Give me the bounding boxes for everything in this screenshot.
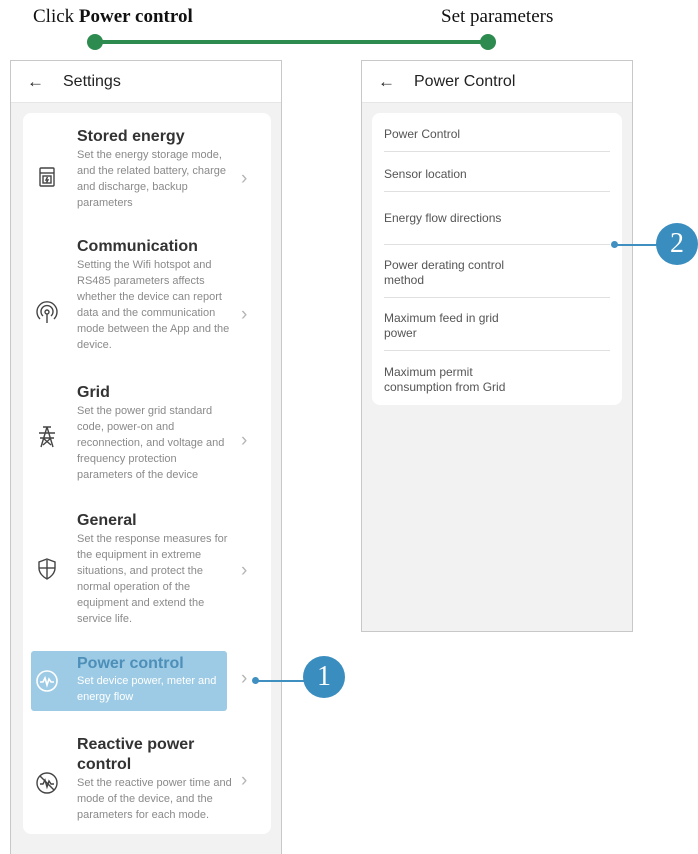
list-item-max-permit-consumption[interactable]: Maximum permit consumption from Grid [384,365,524,395]
power-control-screen: ← Power Control Power Control Sensor loc… [361,60,633,632]
list-item-power-control[interactable]: Power Control [384,127,610,142]
setting-description: Set device power, meter and energy flow [77,675,217,703]
settings-list: Stored energy Set the energy storage mod… [23,113,271,834]
step-2-caption: Set parameters [441,6,554,27]
step-1-dot [87,34,103,50]
list-item-max-feed-in-grid-power[interactable]: Maximum feed in grid power [384,311,514,341]
setting-title: Grid [77,384,110,401]
progress-connector [94,40,488,44]
setting-description: Set the power grid standard code, power-… [77,405,225,481]
callout-badge-1: 1 [303,656,345,698]
setting-title: Reactive power control [77,736,195,773]
divider [384,297,610,298]
power-control-list: Power Control Sensor location Energy flo… [372,113,622,405]
setting-description: Set the reactive power time and mode of … [77,777,232,821]
power-control-appbar: ← Power Control [362,61,632,103]
chevron-right-icon: › [241,560,248,581]
reactive-power-icon [36,772,58,794]
chevron-right-icon: › [241,168,248,189]
antenna-icon [36,301,58,323]
setting-description: Set the energy storage mode, and the rel… [77,149,227,209]
chevron-right-icon: › [241,770,248,791]
chevron-right-icon: › [241,304,248,325]
step-1-caption-bold: Power control [78,6,193,27]
arrow-left-icon[interactable]: ← [378,72,398,92]
storage-icon [39,167,55,187]
settings-screen: ← Settings Stored energy Set the energy … [10,60,282,854]
divider [384,191,610,192]
setting-general[interactable]: General Set the response measures for th… [23,509,271,637]
list-item-power-derating-method[interactable]: Power derating control method [384,258,524,288]
setting-title: Power control [77,655,184,672]
step-2-dot [480,34,496,50]
setting-grid[interactable]: Grid Set the power grid standard code, p… [23,381,271,491]
setting-description: Setting the Wifi hotspot and RS485 param… [77,259,230,351]
callout-1-leader [256,680,306,682]
setting-description: Set the response measures for the equipm… [77,533,228,625]
power-wave-icon [36,670,58,692]
settings-appbar: ← Settings [11,61,281,103]
grid-tower-icon [39,426,55,448]
divider [384,244,610,245]
setting-reactive-power-control[interactable]: Reactive power control Set the reactive … [23,733,271,833]
setting-power-control[interactable]: Power control Set device power, meter an… [23,651,271,711]
divider [384,350,610,351]
arrow-left-icon[interactable]: ← [27,72,47,92]
setting-stored-energy[interactable]: Stored energy Set the energy storage mod… [23,123,271,223]
divider [384,151,610,152]
power-control-title: Power Control [414,72,516,90]
settings-title: Settings [63,72,121,90]
setting-title: Communication [77,238,198,255]
setting-communication[interactable]: Communication Setting the Wifi hotspot a… [23,233,271,363]
callout-2-leader [615,244,661,246]
chevron-right-icon: › [241,430,248,451]
list-item-energy-flow-directions[interactable]: Energy flow directions [384,211,610,226]
chevron-right-icon: › [241,668,248,689]
step-1-caption: Click Power control [33,6,193,27]
setting-title: Stored energy [77,128,185,145]
setting-title: General [77,512,137,529]
shield-icon [38,558,56,580]
callout-badge-2: 2 [656,223,698,265]
list-item-sensor-location[interactable]: Sensor location [384,167,610,182]
